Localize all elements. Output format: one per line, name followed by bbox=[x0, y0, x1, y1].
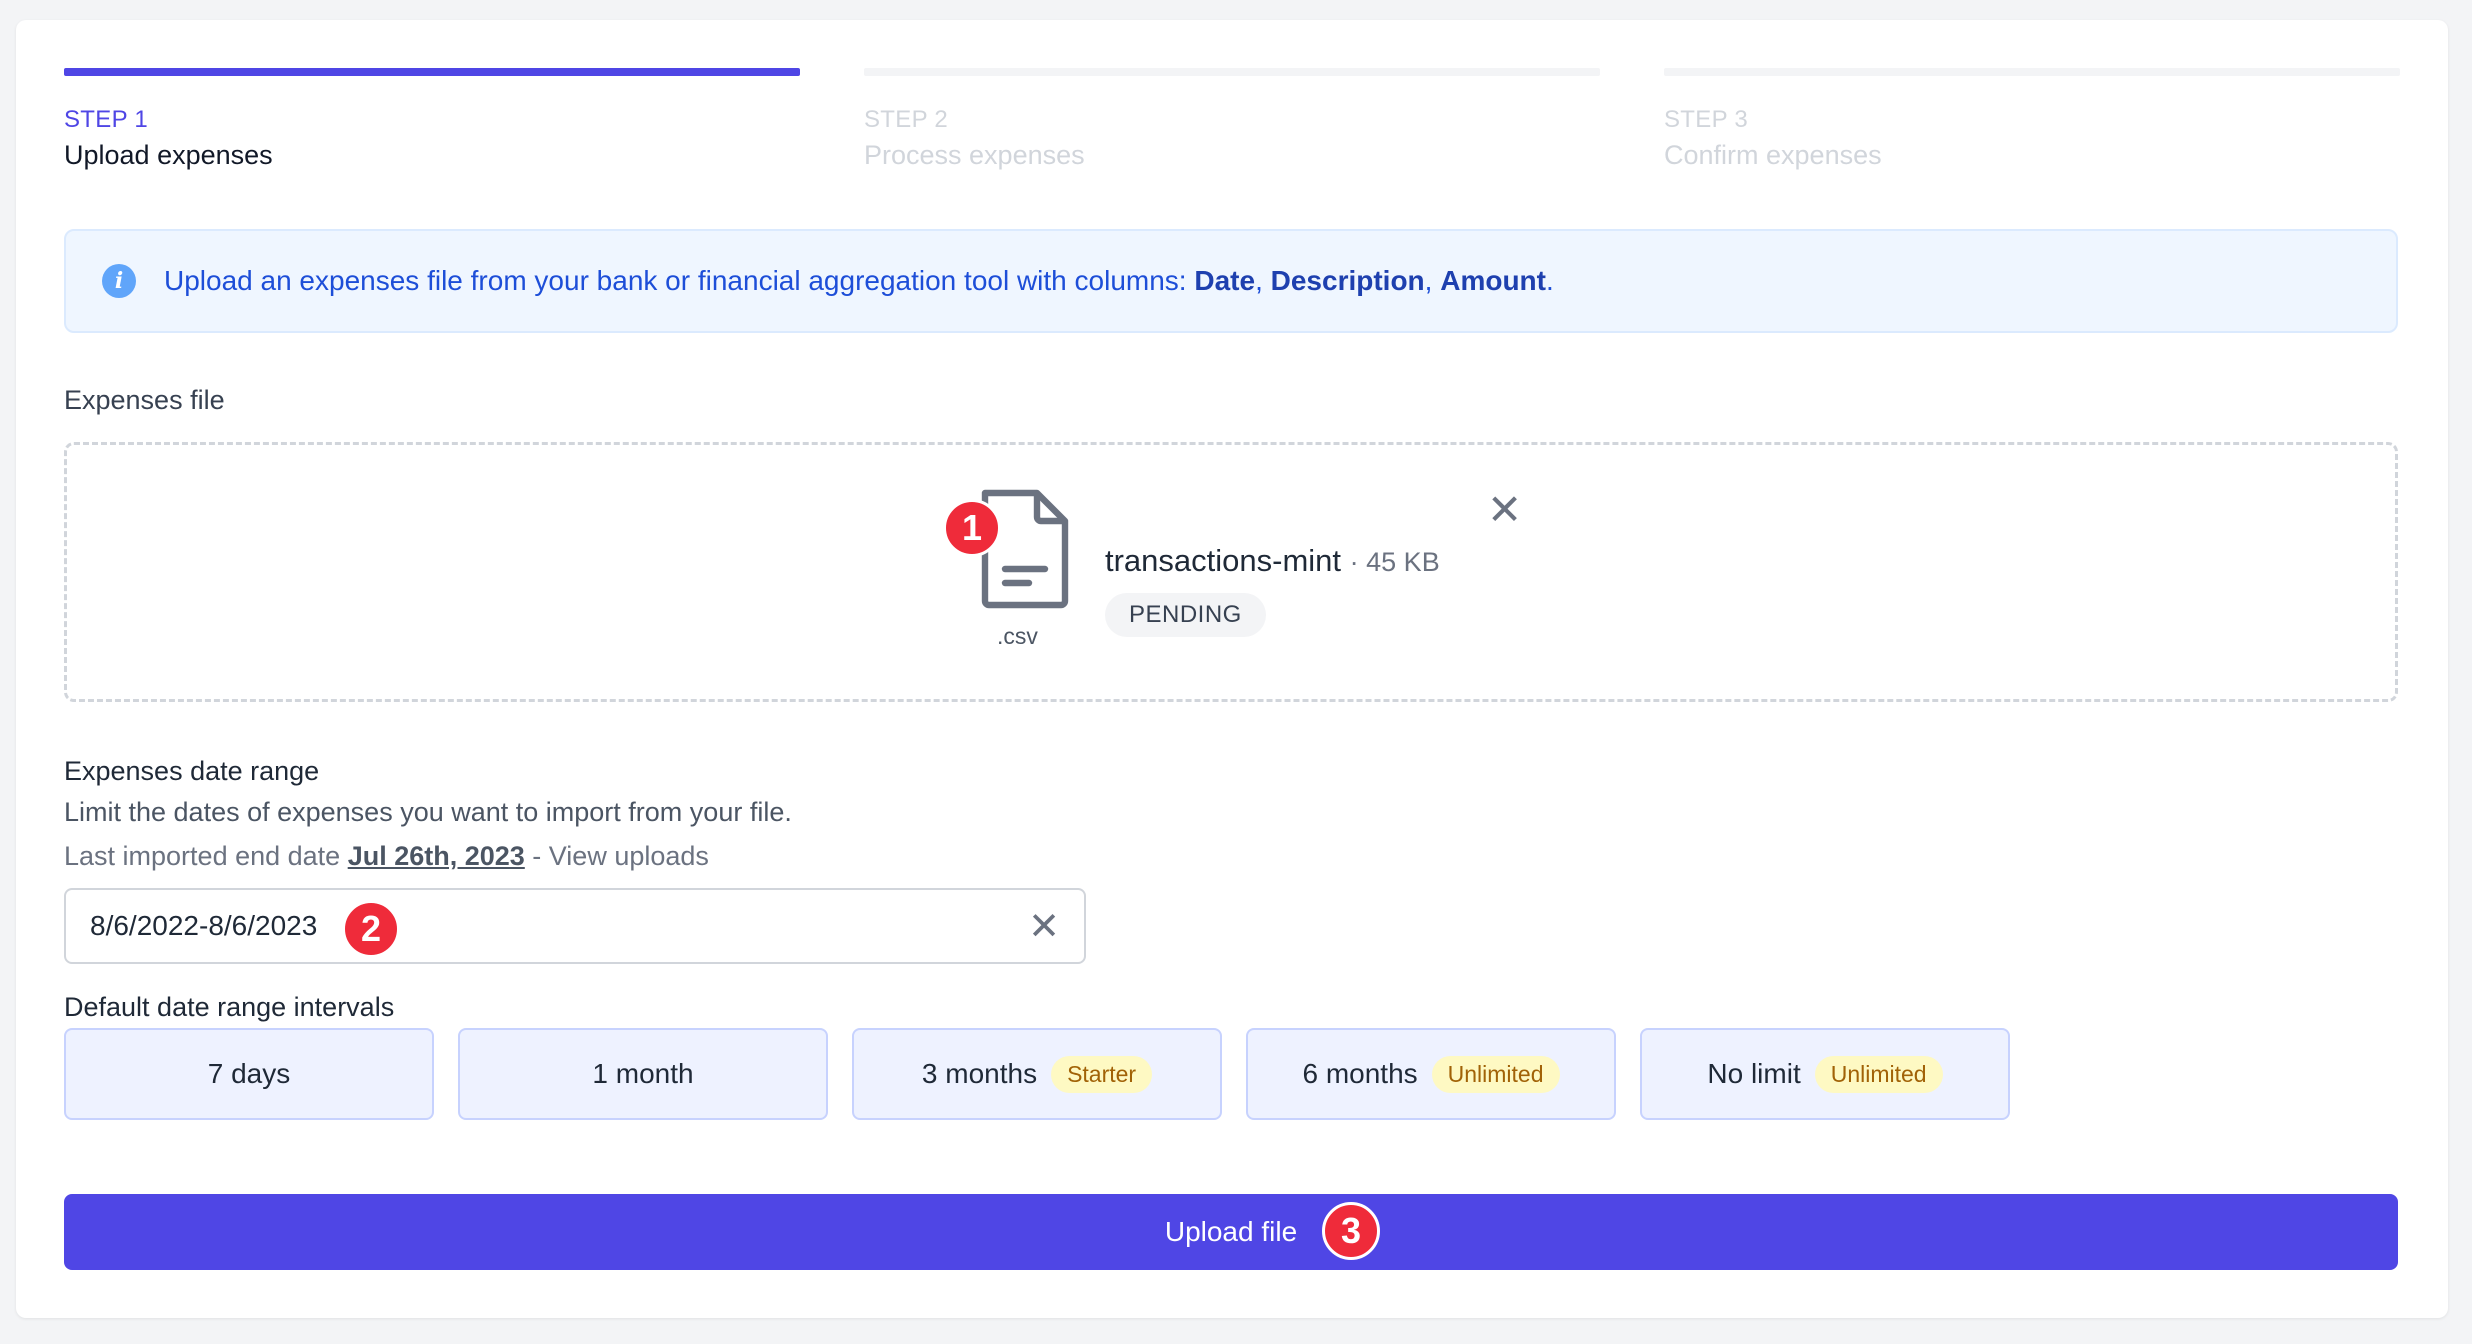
file-size: · 45 KB bbox=[1349, 547, 1440, 577]
view-uploads-link[interactable]: - View uploads bbox=[525, 841, 709, 871]
annotation-badge-1: 1 bbox=[943, 499, 1001, 557]
date-range-label: Expenses date range bbox=[64, 756, 320, 786]
step-1-name: Upload expenses bbox=[64, 140, 273, 170]
tier-badge: Starter bbox=[1051, 1055, 1153, 1093]
info-banner: i Upload an expenses file from your bank… bbox=[64, 229, 2398, 333]
interval-7-days-button[interactable]: 7 days bbox=[64, 1028, 434, 1120]
step-3-progress-bar bbox=[1664, 68, 2400, 76]
step-2-progress-bar bbox=[864, 68, 1600, 76]
interval-label: 6 months bbox=[1302, 1058, 1418, 1089]
upload-file-label: Upload file bbox=[1164, 1216, 1298, 1247]
step-3[interactable]: STEP 3 Confirm expenses bbox=[1664, 68, 2400, 171]
step-3-number: STEP 3 bbox=[1664, 106, 1749, 133]
info-column-amount: Amount bbox=[1440, 265, 1546, 296]
last-imported-info: Last imported end date Jul 26th, 2023 - … bbox=[64, 841, 709, 872]
step-1-progress-bar bbox=[64, 68, 800, 76]
date-range-description: Limit the dates of expenses you want to … bbox=[64, 797, 792, 827]
date-range-input[interactable]: 8/6/2022-8/6/2023 ✕ bbox=[64, 888, 1086, 964]
info-separator: , bbox=[1424, 265, 1441, 296]
expenses-file-label: Expenses file bbox=[64, 385, 225, 415]
interval-3-months-button[interactable]: 3 months Starter bbox=[852, 1028, 1222, 1120]
upload-card: STEP 1 Upload expenses STEP 2 Process ex… bbox=[16, 20, 2448, 1318]
interval-label: 3 months bbox=[921, 1058, 1038, 1089]
clear-date-icon[interactable]: ✕ bbox=[1028, 904, 1060, 949]
interval-no-limit-button[interactable]: No limit Unlimited bbox=[1640, 1028, 2010, 1120]
date-range-value: 8/6/2022-8/6/2023 bbox=[90, 910, 318, 941]
annotation-badge-3: 3 bbox=[1322, 1202, 1380, 1260]
info-column-date: Date bbox=[1194, 265, 1256, 296]
file-extension: .csv bbox=[997, 623, 1038, 649]
file-status-badge: PENDING bbox=[1105, 593, 1266, 637]
tier-badge: Unlimited bbox=[1814, 1055, 1943, 1093]
info-separator: , bbox=[1255, 265, 1271, 296]
interval-1-month-button[interactable]: 1 month bbox=[458, 1028, 828, 1120]
last-imported-date-link[interactable]: Jul 26th, 2023 bbox=[348, 841, 525, 871]
step-1[interactable]: STEP 1 Upload expenses bbox=[64, 68, 800, 171]
file-dropzone[interactable]: .csv transactions-mint · 45 KB PENDING ✕… bbox=[64, 442, 2398, 702]
remove-file-icon[interactable]: ✕ bbox=[1487, 489, 1522, 531]
info-icon: i bbox=[102, 264, 136, 298]
step-2-number: STEP 2 bbox=[864, 106, 949, 133]
step-3-name: Confirm expenses bbox=[1664, 140, 1882, 170]
annotation-badge-2: 2 bbox=[342, 900, 400, 958]
interval-6-months-button[interactable]: 6 months Unlimited bbox=[1246, 1028, 1616, 1120]
info-text: Upload an expenses file from your bank o… bbox=[164, 265, 1554, 297]
last-imported-prefix: Last imported end date bbox=[64, 841, 348, 871]
tier-badge: Unlimited bbox=[1431, 1055, 1560, 1093]
info-message: Upload an expenses file from your bank o… bbox=[164, 265, 1195, 296]
upload-file-button[interactable]: Upload file bbox=[64, 1194, 2398, 1270]
interval-label: 1 month bbox=[592, 1058, 694, 1089]
file-name: transactions-mint · 45 KB bbox=[1105, 543, 1440, 579]
step-1-number: STEP 1 bbox=[64, 106, 149, 133]
step-2[interactable]: STEP 2 Process expenses bbox=[864, 68, 1600, 171]
step-2-name: Process expenses bbox=[864, 140, 1085, 170]
interval-label: No limit bbox=[1707, 1058, 1801, 1089]
info-column-description: Description bbox=[1270, 265, 1425, 296]
interval-buttons: 7 days 1 month 3 months Starter 6 months… bbox=[64, 1028, 2010, 1120]
intervals-label: Default date range intervals bbox=[64, 992, 395, 1022]
info-period: . bbox=[1545, 265, 1554, 296]
file-name-text: transactions-mint bbox=[1105, 543, 1342, 578]
interval-label: 7 days bbox=[207, 1058, 291, 1089]
